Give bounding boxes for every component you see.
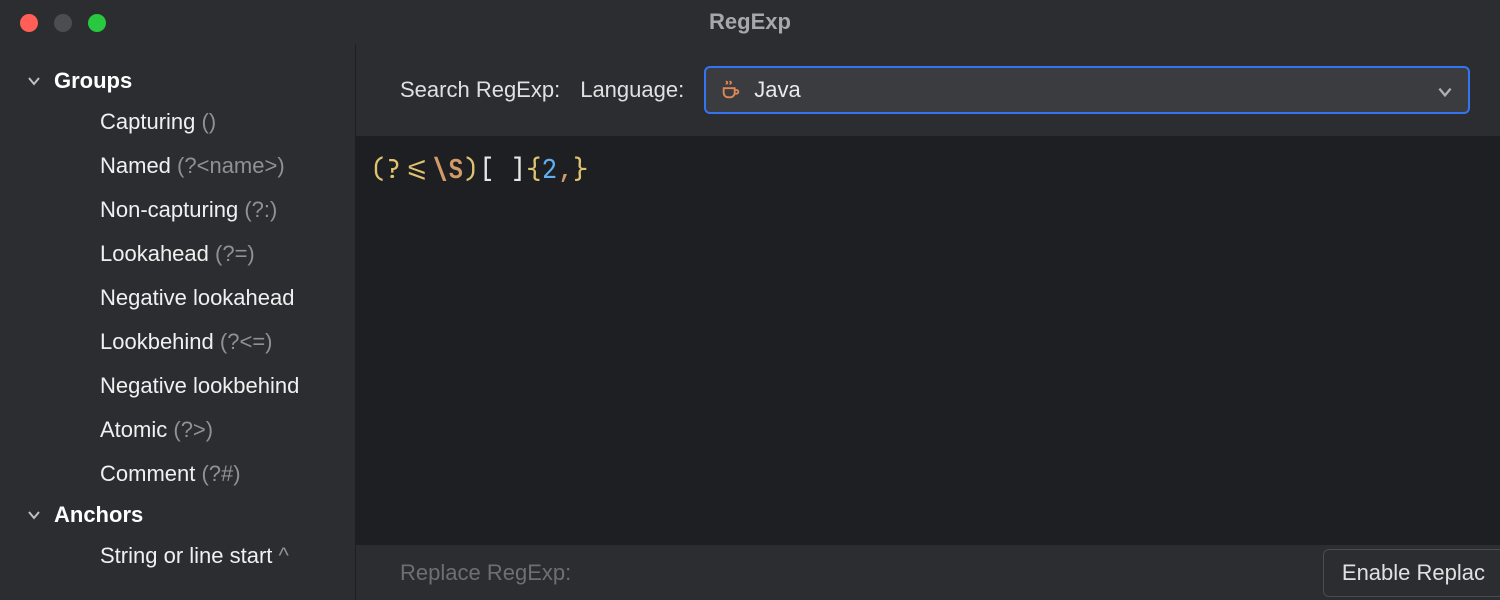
search-regexp-label: Search RegExp: <box>400 77 560 103</box>
sidebar-section-title: Anchors <box>54 502 143 528</box>
sidebar-item-hint: (?<=) <box>220 329 273 354</box>
regex-token: ) <box>464 151 480 186</box>
window-title: RegExp <box>709 9 791 35</box>
sidebar-item-named[interactable]: Named (?<name>) <box>0 144 355 188</box>
search-toolbar: Search RegExp: Language: Java <box>356 44 1500 137</box>
sidebar-item-label: Named <box>100 153 171 178</box>
sidebar-item-hint: (?<name>) <box>177 153 285 178</box>
language-value: Java <box>754 77 800 103</box>
regex-token: (?<= <box>370 151 432 186</box>
sidebar-section-groups[interactable]: Groups <box>0 62 355 100</box>
sidebar-item-hint: ^ <box>279 543 289 568</box>
regex-token: 2 <box>542 151 558 186</box>
sidebar-item-label: Negative lookahead <box>100 285 294 310</box>
sidebar-item-label: Non-capturing <box>100 197 238 222</box>
sidebar-item-label: Comment <box>100 461 195 486</box>
sidebar-item-hint: () <box>202 109 217 134</box>
sidebar-item-hint: (?=) <box>215 241 255 266</box>
regex-token: } <box>573 151 589 186</box>
java-icon <box>720 79 742 101</box>
sidebar-item-hint: (?>) <box>173 417 213 442</box>
reference-sidebar: Groups Capturing () Named (?<name>) Non-… <box>0 44 356 600</box>
sidebar-item-label: Capturing <box>100 109 195 134</box>
regex-token: { <box>526 151 542 186</box>
sidebar-item-label: Atomic <box>100 417 167 442</box>
sidebar-item-hint: (?:) <box>244 197 277 222</box>
sidebar-section-anchors[interactable]: Anchors <box>0 496 355 534</box>
minimize-window-button[interactable] <box>54 14 72 32</box>
sidebar-item-comment[interactable]: Comment (?#) <box>0 452 355 496</box>
chevron-down-icon <box>26 73 42 89</box>
sidebar-item-capturing[interactable]: Capturing () <box>0 100 355 144</box>
sidebar-item-lookbehind[interactable]: Lookbehind (?<=) <box>0 320 355 364</box>
close-window-button[interactable] <box>20 14 38 32</box>
titlebar: RegExp <box>0 0 1500 44</box>
sidebar-item-lookahead[interactable]: Lookahead (?=) <box>0 232 355 276</box>
sidebar-item-non-capturing[interactable]: Non-capturing (?:) <box>0 188 355 232</box>
replace-toolbar: Replace RegExp: Enable Replac <box>356 544 1500 600</box>
sidebar-item-hint: (?#) <box>201 461 240 486</box>
replace-regexp-label: Replace RegExp: <box>400 560 571 586</box>
sidebar-item-label: Lookbehind <box>100 329 214 354</box>
regex-token: \S <box>432 151 463 186</box>
regex-token: , <box>557 151 573 186</box>
main-pane: Search RegExp: Language: Java (?<=\S)[ ]… <box>356 44 1500 600</box>
zoom-window-button[interactable] <box>88 14 106 32</box>
sidebar-section-title: Groups <box>54 68 132 94</box>
sidebar-item-label: Negative lookbehind <box>100 373 299 398</box>
regex-editor[interactable]: (?<=\S)[ ]{2,} <box>356 137 1500 544</box>
regex-token: [ ] <box>479 151 526 186</box>
chevron-down-icon <box>26 507 42 523</box>
window-controls <box>20 14 106 32</box>
sidebar-item-atomic[interactable]: Atomic (?>) <box>0 408 355 452</box>
sidebar-item-negative-lookahead[interactable]: Negative lookahead <box>0 276 355 320</box>
language-label: Language: <box>580 77 684 103</box>
sidebar-item-label: String or line start <box>100 543 272 568</box>
chevron-down-icon <box>1436 81 1454 99</box>
language-select[interactable]: Java <box>704 66 1470 114</box>
sidebar-item-label: Lookahead <box>100 241 209 266</box>
enable-replace-button[interactable]: Enable Replac <box>1323 549 1500 597</box>
sidebar-item-negative-lookbehind[interactable]: Negative lookbehind <box>0 364 355 408</box>
sidebar-item-string-start[interactable]: String or line start ^ <box>0 534 355 578</box>
